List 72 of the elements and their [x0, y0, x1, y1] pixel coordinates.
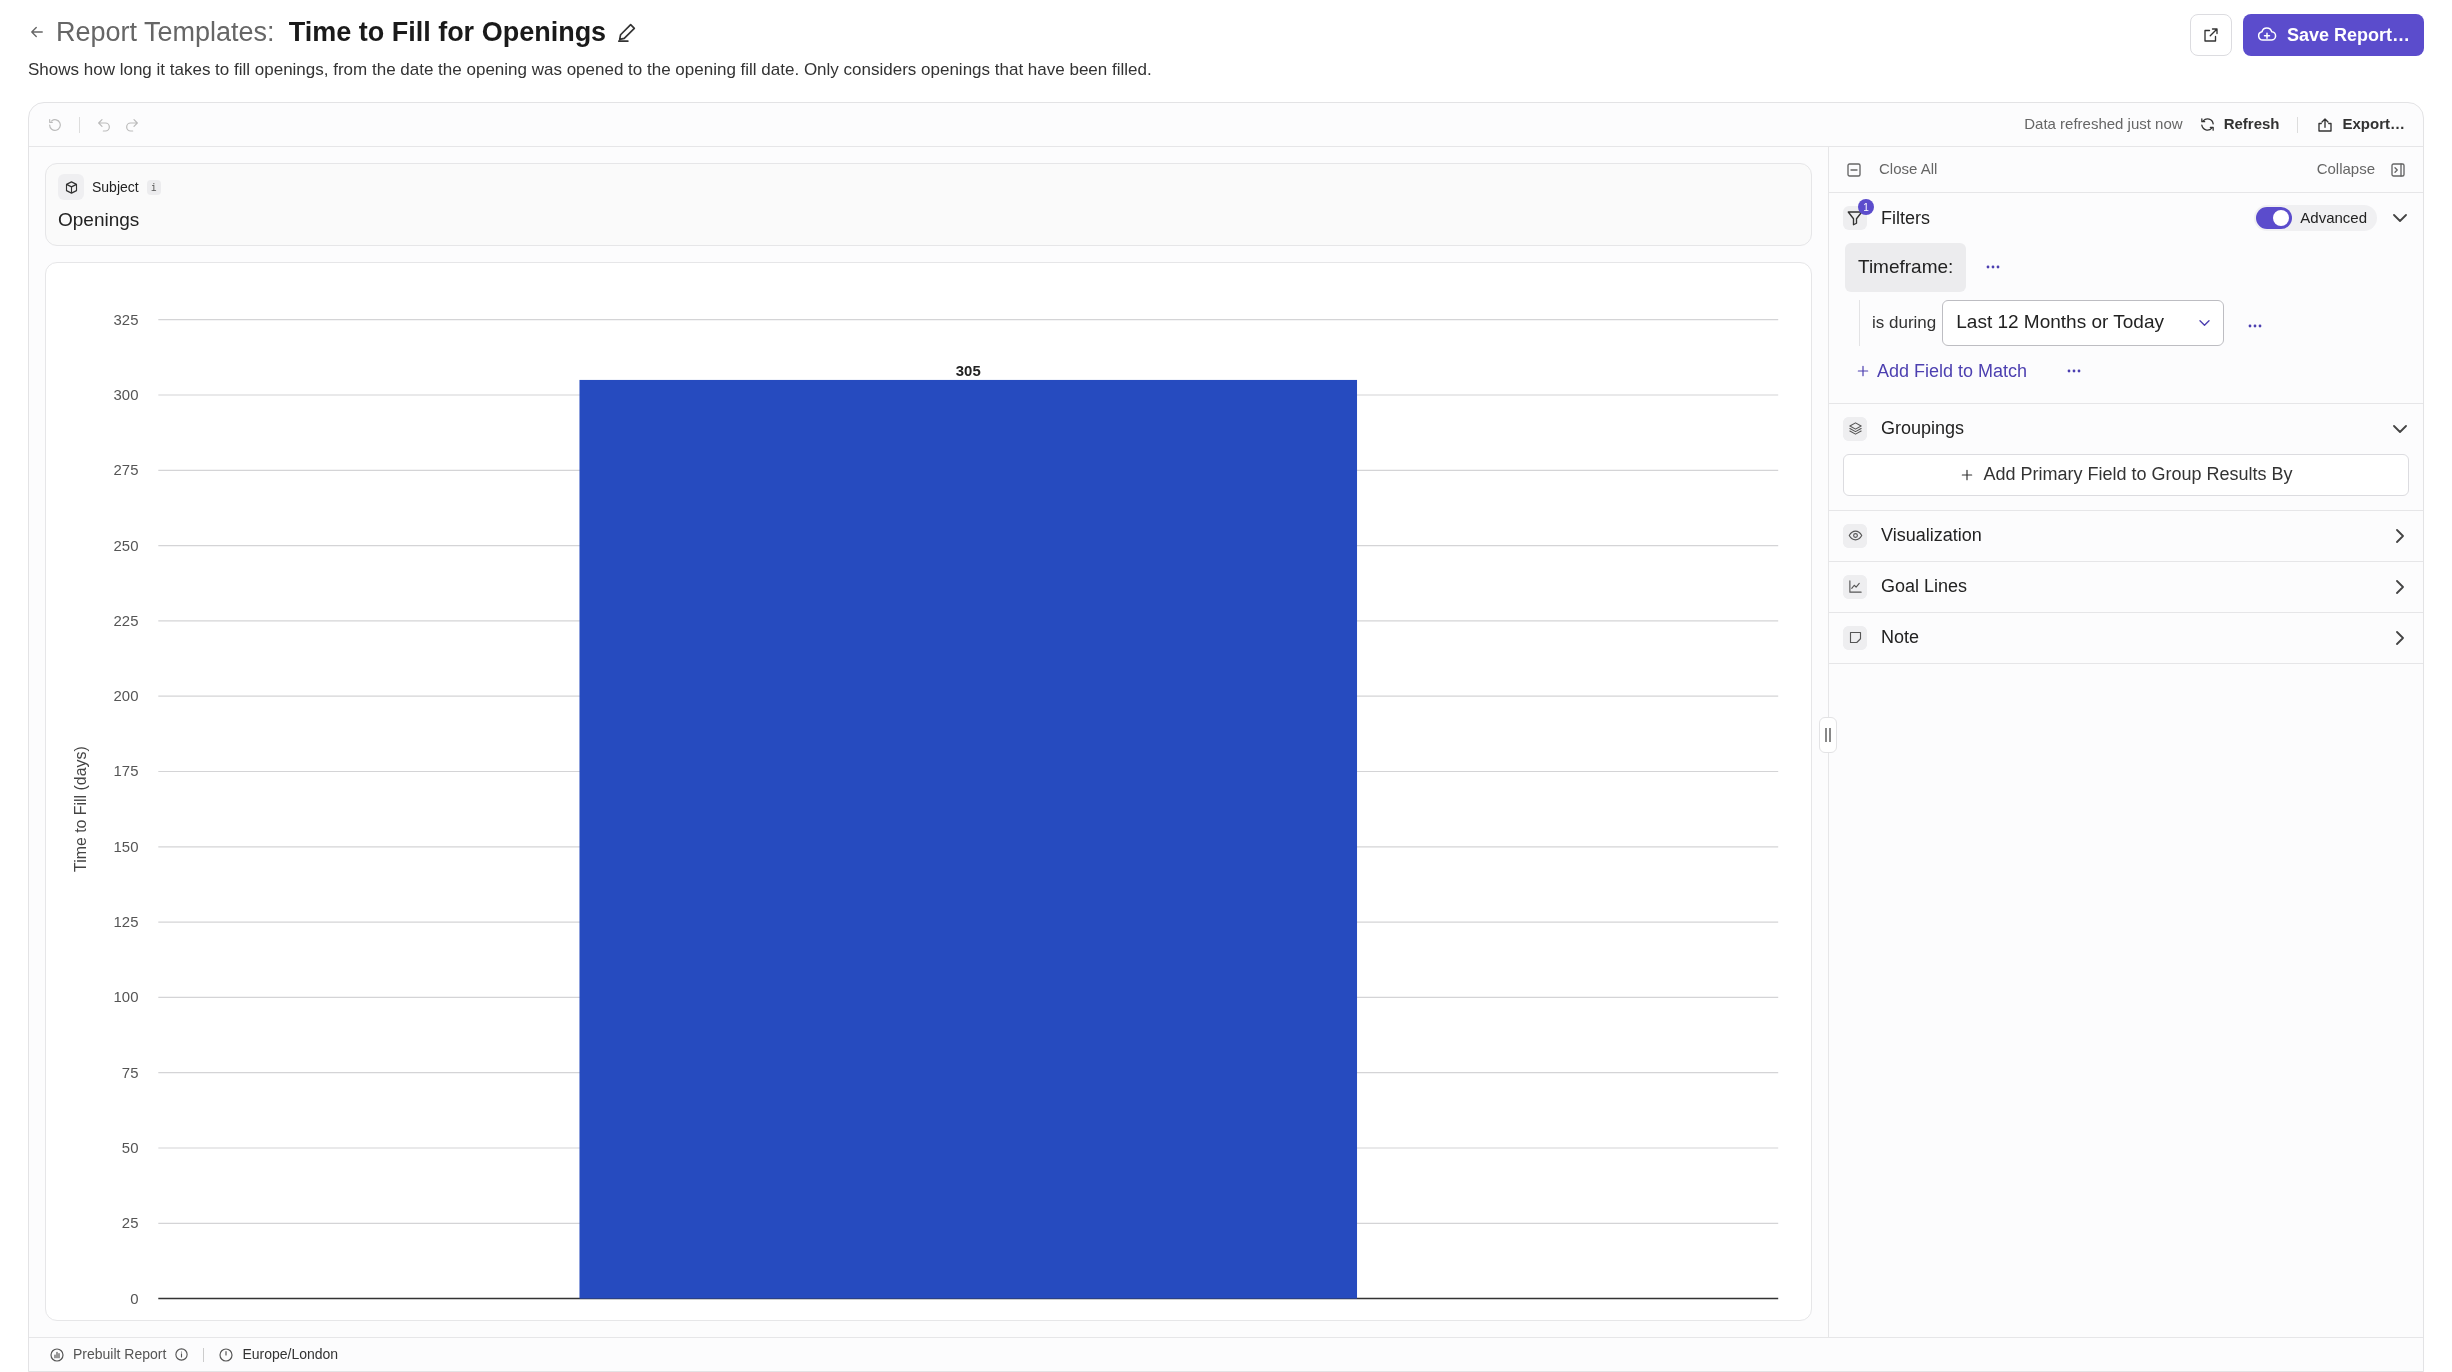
toggle-label: Advanced — [2300, 207, 2367, 228]
y-tick-label: 200 — [113, 687, 139, 704]
y-tick-label: 25 — [121, 1214, 139, 1231]
section-title[interactable]: Note — [1881, 624, 1920, 651]
breadcrumb-link[interactable]: Report Templates: — [56, 12, 275, 53]
more-icon[interactable] — [1986, 265, 2001, 270]
note-icon — [1847, 630, 1863, 645]
subject-value: Openings — [58, 208, 141, 232]
operator-label: is during — [1872, 311, 1937, 334]
chevron-down-icon[interactable] — [2393, 424, 2407, 433]
external-link-icon — [2201, 26, 2220, 44]
redo-icon — [124, 116, 140, 133]
open-external-button[interactable] — [2189, 14, 2232, 56]
clock-icon — [218, 1346, 235, 1363]
report-source: Prebuilt Report — [73, 1345, 167, 1364]
layers-icon — [1847, 421, 1863, 436]
report-title: Time to Fill for Openings — [288, 16, 607, 49]
y-tick-label: 225 — [113, 612, 139, 629]
upload-icon — [2316, 115, 2335, 134]
collapse-button[interactable]: Collapse — [2316, 158, 2407, 181]
y-tick-label: 275 — [113, 461, 139, 478]
section-title[interactable]: Visualization — [1881, 522, 1982, 549]
section-title[interactable]: Goal Lines — [1881, 573, 1968, 600]
y-tick-label: 325 — [113, 311, 139, 328]
timezone-label: Europe/London — [242, 1345, 339, 1364]
info-badge[interactable]: i — [146, 179, 161, 195]
y-tick-label: 125 — [113, 913, 139, 930]
more-icon[interactable] — [2248, 323, 2263, 328]
export-button[interactable]: Export… — [2316, 113, 2405, 136]
chevron-right-icon[interactable] — [2396, 579, 2404, 594]
y-tick-label: 75 — [121, 1064, 139, 1081]
resize-handle[interactable] — [1819, 717, 1837, 753]
bar-value-label: 305 — [955, 362, 981, 379]
chevron-down-icon — [2199, 319, 2211, 326]
subject-label: Subject — [92, 177, 139, 197]
line-chart-icon — [1847, 579, 1863, 594]
y-tick-label: 100 — [113, 988, 139, 1005]
section-title[interactable]: Groupings — [1881, 415, 1965, 442]
save-report-button[interactable]: Save Report… — [2242, 14, 2424, 56]
cube-icon — [63, 179, 79, 195]
plus-icon — [1855, 363, 1871, 379]
chart-circle-icon — [49, 1346, 65, 1363]
y-tick-label: 175 — [113, 762, 139, 779]
y-tick-label: 250 — [113, 537, 139, 554]
section-title[interactable]: Filters — [1881, 204, 1930, 232]
count-badge: 1 — [1858, 199, 1874, 215]
chevron-right-icon[interactable] — [2396, 630, 2404, 645]
y-tick-label: 0 — [130, 1290, 139, 1307]
chevron-down-icon[interactable] — [2393, 214, 2407, 222]
collapse-box-icon — [1845, 160, 1863, 179]
close-all-button[interactable]: Close All — [1845, 158, 1938, 181]
refresh-status: Data refreshed just now — [2024, 114, 2183, 135]
advanced-toggle[interactable] — [2256, 207, 2293, 229]
reset-icon — [47, 116, 63, 133]
report-description: Shows how long it takes to fill openings, from the date the opening was opened to the opening fill date. Only considers openings that have been filled. — [28, 58, 1152, 81]
y-axis-title: Time to Fill (days) — [71, 745, 89, 872]
sidebar-icon — [2389, 160, 2407, 179]
filter-field-chip[interactable]: Timeframe: — [1845, 243, 1967, 292]
refresh-icon — [2198, 116, 2216, 133]
y-tick-label: 50 — [121, 1139, 139, 1156]
refresh-button[interactable]: Refresh — [2198, 113, 2280, 136]
add-field-link[interactable]: Add Field to Match — [1855, 357, 2028, 385]
y-tick-label: 150 — [113, 838, 139, 855]
eye-icon — [1847, 528, 1863, 543]
chevron-right-icon[interactable] — [2396, 528, 2404, 543]
more-icon[interactable] — [2067, 369, 2082, 373]
filter-icon — [1846, 209, 1864, 227]
info-icon — [174, 1347, 190, 1362]
timeframe-select[interactable]: Last 12 Months or Today — [1942, 299, 2225, 346]
undo-icon — [96, 116, 112, 133]
add-grouping-button[interactable]: Add Primary Field to Group Results By — [1843, 453, 2409, 496]
y-tick-label: 300 — [113, 386, 139, 403]
